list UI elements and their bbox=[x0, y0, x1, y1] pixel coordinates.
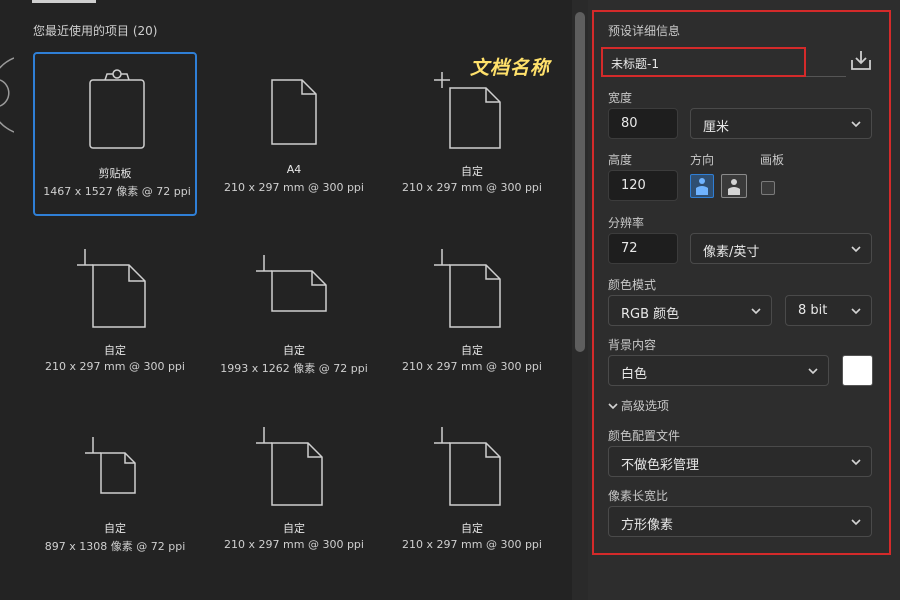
recent-item-custom[interactable]: 自定 210 x 297 mm @ 300 ppi bbox=[33, 231, 197, 395]
active-tab-indicator bbox=[32, 0, 96, 3]
recent-item-size: 210 x 297 mm @ 300 ppi bbox=[402, 360, 542, 373]
bit-depth-select[interactable]: 8 bit bbox=[785, 295, 872, 326]
recent-item-custom[interactable]: 自定 210 x 297 mm @ 300 ppi bbox=[212, 409, 376, 573]
width-input[interactable]: 80 bbox=[608, 108, 678, 139]
height-input[interactable]: 120 bbox=[608, 170, 678, 201]
resolution-unit-select[interactable]: 像素/英寸 bbox=[690, 233, 872, 264]
width-label: 宽度 bbox=[608, 91, 633, 105]
portrait-person-icon bbox=[696, 178, 708, 195]
width-unit-select[interactable]: 厘米 bbox=[690, 108, 872, 139]
width-unit-value: 厘米 bbox=[703, 120, 730, 135]
pixel-aspect-value: 方形像素 bbox=[621, 518, 674, 533]
recent-item-size: 210 x 297 mm @ 300 ppi bbox=[224, 538, 364, 551]
landscape-person-icon bbox=[728, 179, 740, 195]
chevron-down-icon bbox=[851, 121, 861, 128]
color-profile-select[interactable]: 不做色彩管理 bbox=[608, 446, 872, 477]
recent-item-name: 自定 bbox=[283, 344, 305, 357]
preset-title: 预设详细信息 bbox=[608, 24, 681, 38]
save-preset-icon[interactable] bbox=[849, 48, 873, 72]
partial-circle-icon bbox=[0, 57, 14, 133]
advanced-options-label: 高级选项 bbox=[621, 399, 670, 413]
recent-item-size: 210 x 297 mm @ 300 ppi bbox=[45, 360, 185, 373]
recent-projects-title: 您最近使用的项目 (20) bbox=[33, 24, 158, 38]
chevron-down-icon bbox=[608, 403, 618, 410]
resolution-label: 分辨率 bbox=[608, 216, 645, 230]
recent-item-size: 210 x 297 mm @ 300 ppi bbox=[402, 181, 542, 194]
chevron-down-icon bbox=[808, 368, 818, 375]
recent-item-clipboard[interactable]: 剪贴板 1467 x 1527 像素 @ 72 ppi bbox=[33, 52, 197, 216]
recent-item-name: A4 bbox=[286, 163, 302, 176]
orientation-label: 方向 bbox=[690, 153, 715, 167]
resolution-input[interactable]: 72 bbox=[608, 233, 678, 264]
resolution-unit-value: 像素/英寸 bbox=[703, 245, 760, 260]
recent-item-custom[interactable]: 自定 210 x 297 mm @ 300 ppi bbox=[390, 409, 554, 573]
color-profile-value: 不做色彩管理 bbox=[621, 458, 700, 473]
background-select[interactable]: 白色 bbox=[608, 355, 829, 386]
recent-item-custom[interactable]: 自定 210 x 297 mm @ 300 ppi bbox=[390, 231, 554, 395]
scrollbar-thumb[interactable] bbox=[575, 12, 585, 352]
background-value: 白色 bbox=[621, 367, 648, 382]
color-mode-value: RGB 颜色 bbox=[621, 307, 680, 322]
color-mode-select[interactable]: RGB 颜色 bbox=[608, 295, 772, 326]
document-name-input[interactable]: 未标题-1 bbox=[601, 47, 806, 77]
recent-scrollbar[interactable] bbox=[572, 0, 588, 600]
recent-item-a4[interactable]: A4 210 x 297 mm @ 300 ppi bbox=[212, 52, 376, 216]
height-label: 高度 bbox=[608, 153, 633, 167]
artboard-checkbox[interactable] bbox=[761, 181, 775, 195]
recent-item-name: 自定 bbox=[104, 344, 126, 357]
recent-item-size: 1467 x 1527 像素 @ 72 ppi bbox=[43, 185, 191, 198]
chevron-down-icon bbox=[751, 308, 761, 315]
chevron-down-icon bbox=[851, 519, 861, 526]
document-name-annotation: 文档名称 bbox=[470, 57, 551, 79]
recent-item-size: 210 x 297 mm @ 300 ppi bbox=[224, 181, 364, 194]
artboard-label: 画板 bbox=[760, 153, 785, 167]
color-mode-label: 颜色模式 bbox=[608, 278, 657, 292]
recent-item-name: 自定 bbox=[104, 522, 126, 535]
portrait-orientation-button[interactable] bbox=[690, 174, 714, 198]
recent-item-custom[interactable]: 自定 897 x 1308 像素 @ 72 ppi bbox=[33, 409, 197, 573]
chevron-down-icon bbox=[851, 308, 861, 315]
recent-item-name: 剪贴板 bbox=[98, 167, 132, 180]
recent-item-custom[interactable]: 自定 1993 x 1262 像素 @ 72 ppi bbox=[212, 231, 376, 395]
background-label: 背景内容 bbox=[608, 338, 657, 352]
recent-item-size: 897 x 1308 像素 @ 72 ppi bbox=[44, 540, 186, 553]
recent-item-name: 自定 bbox=[461, 522, 483, 535]
pixel-aspect-select[interactable]: 方形像素 bbox=[608, 506, 872, 537]
background-color-swatch[interactable] bbox=[842, 355, 873, 386]
recent-item-name: 自定 bbox=[283, 522, 305, 535]
color-profile-label: 颜色配置文件 bbox=[608, 429, 681, 443]
recent-item-size: 210 x 297 mm @ 300 ppi bbox=[402, 538, 542, 551]
recent-item-size: 1993 x 1262 像素 @ 72 ppi bbox=[220, 362, 368, 375]
recent-projects-panel: 您最近使用的项目 (20) 剪贴板 1467 x 1527 像素 @ 72 pp… bbox=[0, 0, 572, 600]
recent-item-name: 自定 bbox=[461, 344, 483, 357]
chevron-down-icon bbox=[851, 459, 861, 466]
pixel-aspect-label: 像素长宽比 bbox=[608, 489, 669, 503]
divider bbox=[806, 76, 846, 77]
landscape-orientation-button[interactable] bbox=[721, 174, 747, 198]
recent-item-name: 自定 bbox=[461, 165, 483, 178]
chevron-down-icon bbox=[851, 246, 861, 253]
advanced-options-toggle[interactable]: 高级选项 bbox=[608, 397, 669, 414]
bit-depth-value: 8 bit bbox=[798, 303, 828, 318]
